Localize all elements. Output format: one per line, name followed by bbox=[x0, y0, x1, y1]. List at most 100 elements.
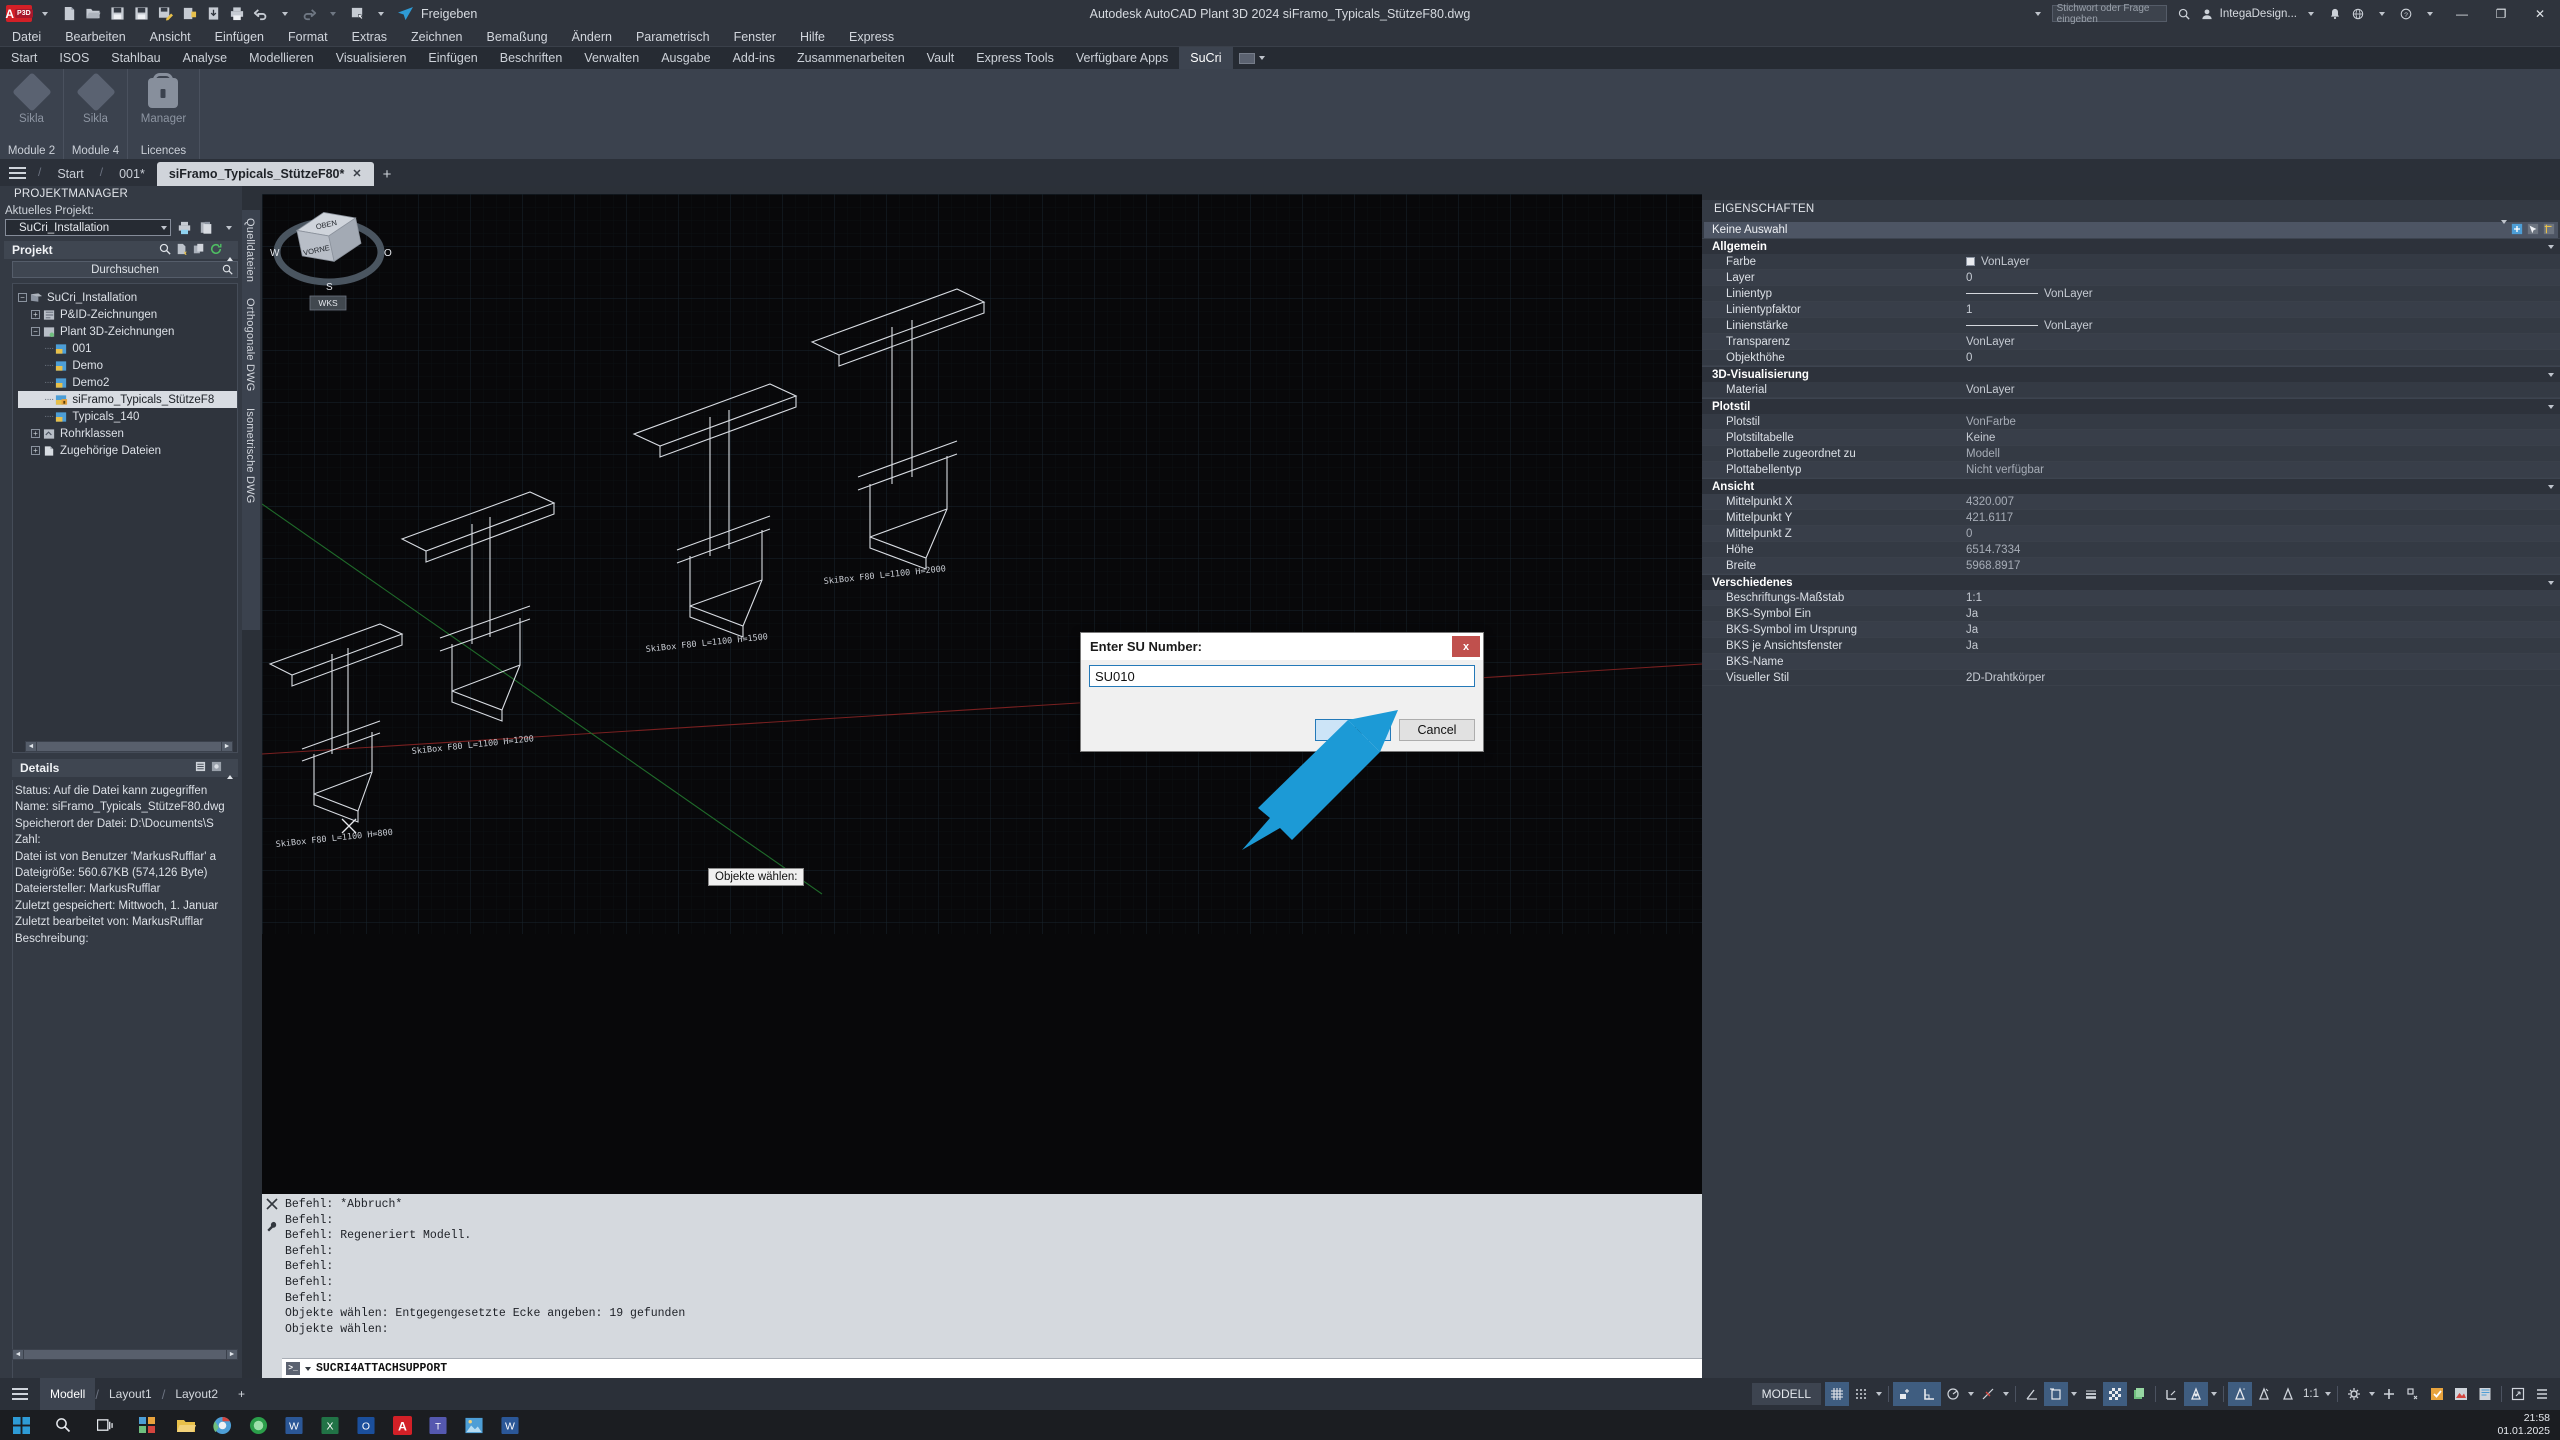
property-row[interactable]: BKS-Symbol Ein Ja bbox=[1702, 606, 2560, 622]
property-value-cell[interactable]: Ja bbox=[1960, 640, 2560, 652]
ribbon-tab-einf-gen[interactable]: Einfügen bbox=[417, 47, 488, 69]
property-row[interactable]: Plottabellentyp Nicht verfügbar bbox=[1702, 462, 2560, 478]
object-snap-tracking-icon[interactable] bbox=[2044, 1382, 2068, 1406]
tree-expander-icon[interactable]: + bbox=[31, 310, 40, 319]
property-group-plotstil[interactable]: Plotstil bbox=[1702, 398, 2560, 414]
property-value-cell[interactable]: Ja bbox=[1960, 608, 2560, 620]
ribbon-tab-beschriften[interactable]: Beschriften bbox=[489, 47, 574, 69]
menu-item-extras[interactable]: Extras bbox=[340, 27, 399, 47]
property-value-cell[interactable]: VonLayer bbox=[1960, 256, 2560, 268]
chevron-down-icon[interactable] bbox=[2548, 372, 2554, 377]
new-file-icon[interactable] bbox=[58, 3, 80, 25]
ribbon-button-sikla[interactable]: Sikla bbox=[11, 69, 52, 125]
drawing-tab-001[interactable]: 001* bbox=[107, 163, 157, 186]
search-icon[interactable] bbox=[159, 243, 171, 258]
tree-expander-icon[interactable]: + bbox=[31, 429, 40, 438]
account-name[interactable]: IntegaDesign... bbox=[2220, 8, 2297, 20]
selection-cycling-icon[interactable] bbox=[2127, 1382, 2151, 1406]
polar-dropdown-icon[interactable] bbox=[1965, 1382, 1976, 1406]
clean-screen-icon[interactable] bbox=[2473, 1382, 2497, 1406]
property-row[interactable]: Farbe VonLayer bbox=[1702, 254, 2560, 270]
tree-expander-icon[interactable]: − bbox=[18, 293, 27, 302]
property-row[interactable]: Mittelpunkt X 4320.007 bbox=[1702, 494, 2560, 510]
expand-icon[interactable] bbox=[2506, 1382, 2530, 1406]
property-group-allgemein[interactable]: Allgemein bbox=[1702, 238, 2560, 254]
redo-dropdown-icon[interactable] bbox=[322, 3, 344, 25]
project-dropdown-icon[interactable] bbox=[220, 219, 237, 236]
polar-tracking-icon[interactable] bbox=[1941, 1382, 1965, 1406]
explorer-icon[interactable] bbox=[168, 1410, 204, 1440]
word-icon[interactable]: W bbox=[276, 1410, 312, 1440]
tree-item[interactable]: + Rohrklassen bbox=[18, 425, 237, 442]
tree-item[interactable]: ···· Demo2 bbox=[18, 374, 237, 391]
customization-icon[interactable] bbox=[2530, 1382, 2554, 1406]
details-hscrollbar[interactable]: ◄ ► bbox=[12, 1349, 238, 1360]
ribbon-tab-modellieren[interactable]: Modellieren bbox=[238, 47, 325, 69]
drawing-canvas[interactable]: SkiBox F80 L=1100 H=800 SkiBox F80 L=110… bbox=[262, 194, 1702, 1194]
ribbon-overflow-icon[interactable] bbox=[1233, 47, 1271, 69]
property-group-verschiedenes[interactable]: Verschiedenes bbox=[1702, 574, 2560, 590]
menu-item-parametrisch[interactable]: Parametrisch bbox=[624, 27, 722, 47]
start-icon[interactable] bbox=[0, 1410, 42, 1440]
transparency-icon[interactable] bbox=[2103, 1382, 2127, 1406]
property-row[interactable]: BKS-Symbol im Ursprung Ja bbox=[1702, 622, 2560, 638]
share-icon[interactable] bbox=[394, 3, 416, 25]
view-cube[interactable]: OBEN VORNE W O S WKS bbox=[262, 194, 397, 314]
side-tab-isometrische-dwg[interactable]: Isometrische DWG bbox=[242, 400, 258, 512]
word2-icon[interactable]: W bbox=[492, 1410, 528, 1440]
current-project-select[interactable]: SuCri_Installation bbox=[5, 219, 171, 236]
scroll-thumb[interactable] bbox=[24, 1350, 226, 1359]
details-preview-icon[interactable] bbox=[211, 761, 222, 775]
details-list-icon[interactable] bbox=[195, 761, 206, 775]
scroll-right-icon[interactable]: ► bbox=[227, 1350, 237, 1359]
logo-dropdown-icon[interactable] bbox=[34, 3, 56, 25]
search-icon[interactable] bbox=[42, 1410, 84, 1440]
property-value-cell[interactable]: 0 bbox=[1960, 528, 2560, 540]
menu-item-format[interactable]: Format bbox=[276, 27, 340, 47]
property-value-cell[interactable]: Ja bbox=[1960, 624, 2560, 636]
help-dropdown-icon[interactable] bbox=[2419, 3, 2441, 25]
tree-expander-icon[interactable]: + bbox=[31, 446, 40, 455]
add-button-icon[interactable] bbox=[2377, 1382, 2401, 1406]
properties-selection-bar[interactable]: Keine Auswahl bbox=[1704, 220, 2558, 238]
save-as-icon[interactable] bbox=[130, 3, 152, 25]
tree-item[interactable]: + P&ID-Zeichnungen bbox=[18, 306, 237, 323]
property-row[interactable]: Plotstil VonFarbe bbox=[1702, 414, 2560, 430]
help-icon[interactable]: ? bbox=[2396, 3, 2416, 25]
property-value-cell[interactable]: 2D-Drahtkörper bbox=[1960, 672, 2560, 684]
property-value-cell[interactable]: VonLayer bbox=[1960, 320, 2560, 332]
undo-dropdown-icon[interactable] bbox=[274, 3, 296, 25]
chrome-icon[interactable] bbox=[204, 1410, 240, 1440]
ribbon-tab-verwalten[interactable]: Verwalten bbox=[573, 47, 650, 69]
property-row[interactable]: Layer 0 bbox=[1702, 270, 2560, 286]
property-row[interactable]: Mittelpunkt Y 421.6117 bbox=[1702, 510, 2560, 526]
property-value-cell[interactable]: Modell bbox=[1960, 448, 2560, 460]
export-icon[interactable] bbox=[178, 3, 200, 25]
annotation-scale-value[interactable]: 1:1 bbox=[2300, 1388, 2322, 1400]
widgets-icon[interactable] bbox=[126, 1410, 168, 1440]
ribbon-tab-start[interactable]: Start bbox=[0, 47, 48, 69]
search-dropdown-icon[interactable] bbox=[2027, 3, 2049, 25]
scale-dropdown-icon[interactable] bbox=[2322, 1382, 2333, 1406]
notification-bell-icon[interactable] bbox=[2325, 3, 2345, 25]
drawing-tabs-menu-icon[interactable] bbox=[0, 159, 34, 186]
property-group-3d-visualisierung[interactable]: 3D-Visualisierung bbox=[1702, 366, 2560, 382]
annotation-object-icon[interactable] bbox=[2276, 1382, 2300, 1406]
collapse-icon[interactable] bbox=[227, 243, 233, 261]
property-row[interactable]: Beschriftungs-Maßstab 1:1 bbox=[1702, 590, 2560, 606]
property-value-cell[interactable]: 0 bbox=[1960, 272, 2560, 284]
user-icon[interactable] bbox=[2197, 3, 2217, 25]
details-collapse-icon[interactable] bbox=[227, 761, 233, 779]
ribbon-tab-sucri[interactable]: SuCri bbox=[1179, 47, 1233, 69]
side-tab-orthogonale-dwg[interactable]: Orthogonale DWG bbox=[242, 290, 258, 399]
scroll-right-icon[interactable]: ► bbox=[222, 742, 232, 751]
menu-item--ndern[interactable]: Ändern bbox=[560, 27, 624, 47]
lineweight-icon[interactable] bbox=[2079, 1382, 2103, 1406]
ribbon-button-manager[interactable]: Manager bbox=[141, 69, 186, 125]
property-row[interactable]: Mittelpunkt Z 0 bbox=[1702, 526, 2560, 542]
layout-tab-layout2[interactable]: Layout2 bbox=[165, 1378, 228, 1410]
property-value-cell[interactable]: VonLayer bbox=[1960, 384, 2560, 396]
ribbon-tab-add-ins[interactable]: Add-ins bbox=[722, 47, 786, 69]
menu-item-express[interactable]: Express bbox=[837, 27, 906, 47]
property-value-cell[interactable]: VonFarbe bbox=[1960, 416, 2560, 428]
